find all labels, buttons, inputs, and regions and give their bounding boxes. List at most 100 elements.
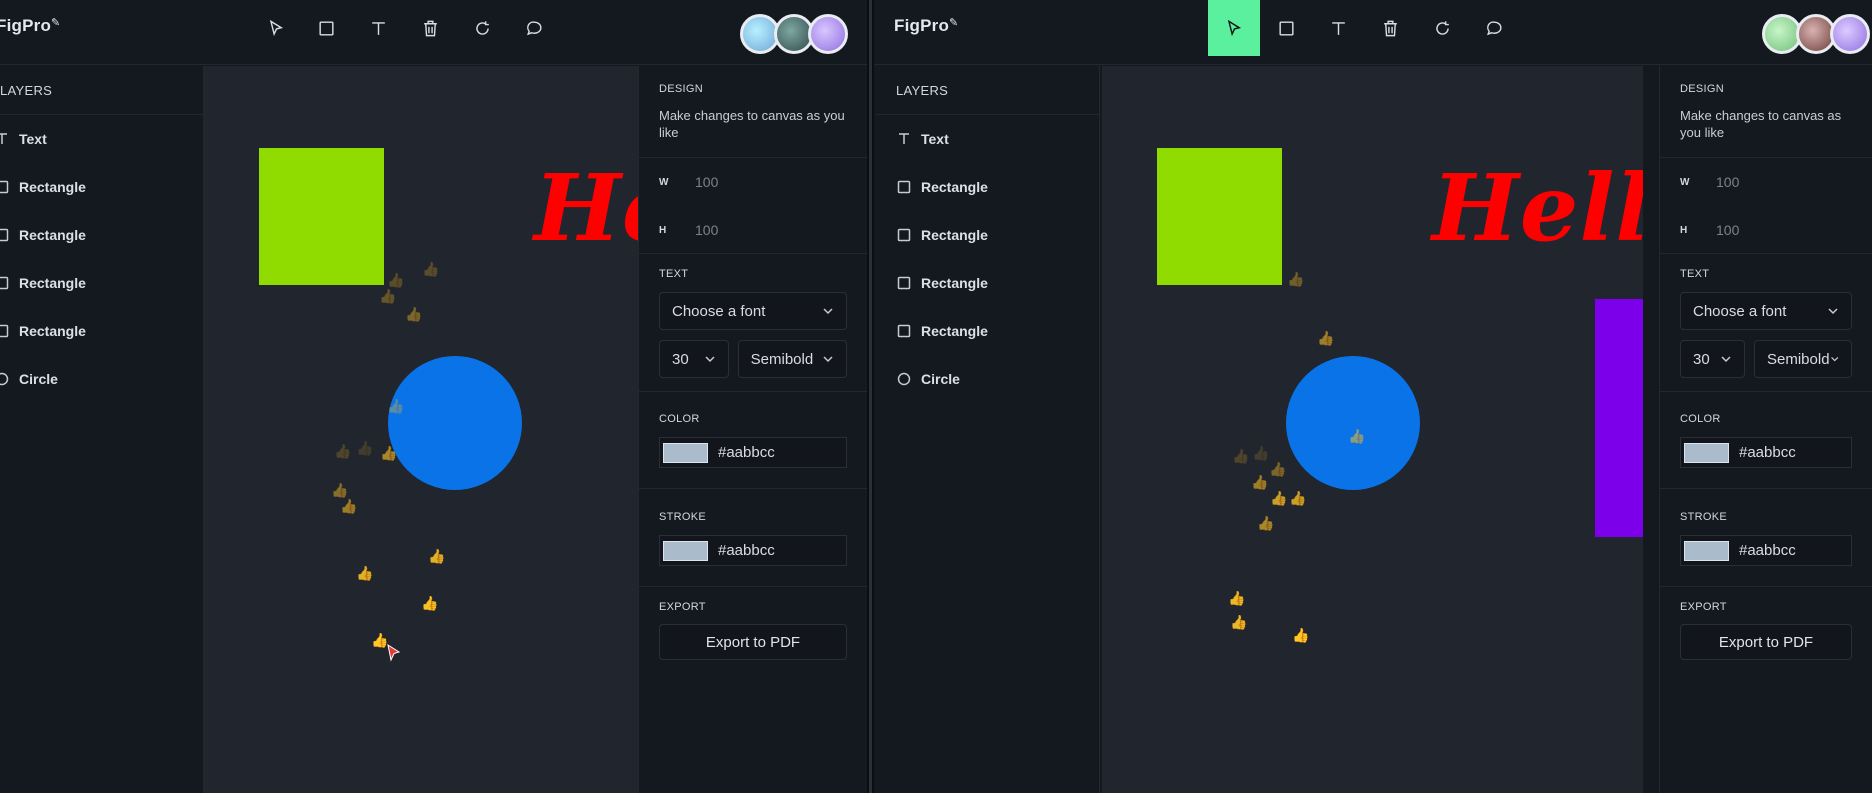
export-pdf-button[interactable]: Export to PDF xyxy=(1680,624,1852,660)
reaction-emoji: 👍 xyxy=(1348,428,1366,444)
text-icon xyxy=(371,21,385,35)
select-tool-button[interactable] xyxy=(1208,0,1260,56)
text-section: TEXT Choose a font 30 Semibold xyxy=(639,254,867,392)
stroke-section: STROKE #aabbcc xyxy=(639,489,867,587)
stroke-swatch[interactable] xyxy=(663,540,708,561)
delete-tool-button[interactable] xyxy=(1364,0,1416,56)
stroke-swatch[interactable] xyxy=(1684,540,1729,561)
layer-label: Rectangle xyxy=(19,179,86,195)
layer-item-rectangle[interactable]: Rectangle xyxy=(896,211,1099,259)
square-icon xyxy=(318,20,334,36)
circle-icon xyxy=(0,371,10,387)
comment-tool-button[interactable] xyxy=(1468,0,1520,56)
layer-item-rectangle[interactable]: Rectangle xyxy=(0,259,203,307)
color-input[interactable]: #aabbcc xyxy=(1680,437,1852,468)
font-family-value: Choose a font xyxy=(1693,302,1787,320)
width-label: W xyxy=(659,176,669,188)
reaction-emoji: 👍 xyxy=(421,595,439,611)
comment-icon xyxy=(1486,20,1502,35)
text-icon xyxy=(1331,21,1345,35)
text-title: TEXT xyxy=(1680,268,1710,280)
font-family-select[interactable]: Choose a font xyxy=(659,292,847,330)
refresh-icon xyxy=(1435,20,1449,35)
text-icon xyxy=(0,131,10,147)
layer-label: Rectangle xyxy=(921,323,988,339)
font-weight-value: Semibold xyxy=(1767,350,1830,368)
layer-item-rectangle[interactable]: Rectangle xyxy=(0,163,203,211)
trash-icon xyxy=(1383,20,1397,36)
layers-title: LAYERS xyxy=(876,66,1099,115)
color-swatch[interactable] xyxy=(1684,442,1729,463)
color-input[interactable]: #aabbcc xyxy=(659,437,847,468)
avatar[interactable] xyxy=(1830,14,1870,54)
layer-label: Rectangle xyxy=(19,227,86,243)
width-input[interactable]: 100 xyxy=(695,174,718,190)
layer-item-text[interactable]: Text xyxy=(896,115,1099,163)
square-icon xyxy=(0,227,10,243)
delete-tool-button[interactable] xyxy=(404,0,456,56)
layer-item-rectangle[interactable]: Rectangle xyxy=(896,307,1099,355)
export-pdf-button[interactable]: Export to PDF xyxy=(659,624,847,660)
font-size-value: 30 xyxy=(1693,350,1710,368)
blue-circle[interactable] xyxy=(1286,356,1420,490)
comment-tool-button[interactable] xyxy=(508,0,560,56)
layer-item-rectangle[interactable]: Rectangle xyxy=(0,211,203,259)
reaction-emoji: 👍 xyxy=(1270,490,1288,506)
canvas[interactable]: Hello 👍 👍 👍 👍 👍 👍 👍 👍 👍 👍 👍 👍 👍 xyxy=(1102,66,1643,793)
square-icon xyxy=(0,275,10,291)
layer-item-circle[interactable]: Circle xyxy=(0,355,203,403)
layer-item-rectangle[interactable]: Rectangle xyxy=(896,259,1099,307)
font-weight-select[interactable]: Semibold xyxy=(737,340,847,378)
font-family-select[interactable]: Choose a font xyxy=(1680,292,1852,330)
stroke-title: STROKE xyxy=(659,511,707,523)
height-input[interactable]: 100 xyxy=(695,222,718,238)
refresh-icon xyxy=(475,20,489,35)
font-weight-value: Semibold xyxy=(750,350,814,368)
font-weight-select[interactable]: Semibold xyxy=(1754,340,1852,378)
font-family-value: Choose a font xyxy=(672,302,766,320)
design-description: Make changes to canvas as you like xyxy=(1680,108,1842,140)
height-input[interactable]: 100 xyxy=(1716,222,1739,238)
right-session-pane: FigPro✎ LAYERS Text Rectangle Rectangle … xyxy=(874,0,1872,793)
layer-item-rectangle[interactable]: Rectangle xyxy=(896,163,1099,211)
select-tool-button[interactable] xyxy=(250,0,302,56)
text-tool-button[interactable] xyxy=(1312,0,1364,56)
green-rectangle[interactable] xyxy=(1157,148,1282,285)
square-icon xyxy=(0,323,10,339)
layer-item-text[interactable]: Text xyxy=(0,115,203,163)
color-swatch[interactable] xyxy=(663,442,708,463)
font-size-select[interactable]: 30 xyxy=(1680,340,1745,378)
reaction-emoji: 👍 xyxy=(1287,271,1305,287)
layer-item-rectangle[interactable]: Rectangle xyxy=(0,307,203,355)
rectangle-tool-button[interactable] xyxy=(1260,0,1312,56)
stroke-input[interactable]: #aabbcc xyxy=(659,535,847,566)
layer-label: Rectangle xyxy=(921,227,988,243)
export-section: EXPORT Export to PDF xyxy=(639,587,867,660)
avatar[interactable] xyxy=(808,14,848,54)
font-size-select[interactable]: 30 xyxy=(659,340,729,378)
rectangle-tool-button[interactable] xyxy=(300,0,352,56)
active-users xyxy=(1762,14,1870,54)
green-rectangle[interactable] xyxy=(259,148,384,285)
reset-tool-button[interactable] xyxy=(1416,0,1468,56)
reset-tool-button[interactable] xyxy=(456,0,508,56)
reaction-emoji: 👍 xyxy=(1317,330,1335,346)
width-input[interactable]: 100 xyxy=(1716,174,1739,190)
purple-rectangle[interactable] xyxy=(1595,299,1643,537)
hello-text[interactable]: Hello xyxy=(1432,154,1643,262)
left-session-pane: FigPro✎ LAYERS Text Rectangle Rectangle … xyxy=(0,0,867,793)
chevron-down-icon xyxy=(1721,356,1731,363)
layer-item-circle[interactable]: Circle xyxy=(896,355,1099,403)
app-logo: FigPro✎ xyxy=(0,16,61,35)
chevron-down-icon xyxy=(1830,357,1838,362)
canvas[interactable]: He 👍 👍 👍 👍 👍 👍 👍 👍 👍 👍 👍 👍 👍 👍 xyxy=(204,66,638,793)
hello-text[interactable]: He xyxy=(534,154,638,262)
text-tool-button[interactable] xyxy=(352,0,404,56)
trash-icon xyxy=(423,20,437,36)
blue-circle[interactable] xyxy=(388,356,522,490)
stroke-input[interactable]: #aabbcc xyxy=(1680,535,1852,566)
layer-label: Circle xyxy=(19,371,58,387)
layer-label: Rectangle xyxy=(921,179,988,195)
reaction-emoji: 👍 xyxy=(1232,448,1250,464)
export-title: EXPORT xyxy=(1680,601,1727,613)
